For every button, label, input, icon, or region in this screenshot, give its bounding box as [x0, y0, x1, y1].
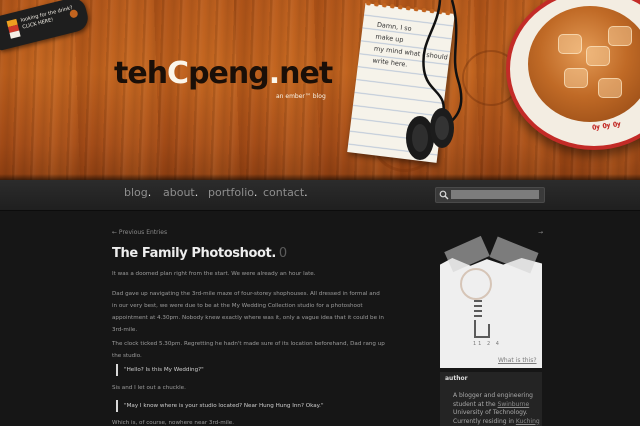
nav-label: contact	[263, 186, 305, 199]
previous-entries-link[interactable]: ← Previous Entries	[112, 229, 167, 236]
paragraph-line: in our very best, we were due to be at t…	[112, 303, 363, 309]
logo-part: teh	[114, 56, 168, 91]
drink-cup-icon	[6, 18, 21, 39]
logo-part: net	[279, 56, 333, 91]
nav-dot: .	[304, 186, 308, 199]
nav-dot: .	[194, 186, 199, 199]
post-paragraph: The clock ticked 5.30pm. Regretting he h…	[112, 338, 390, 362]
nav-label: about	[163, 186, 195, 199]
post-title-text: The Family Photoshoot.	[112, 246, 276, 261]
mini-dates: 11 2 4	[473, 341, 501, 347]
next-entries-link[interactable]: →	[538, 229, 543, 236]
paper-stain	[460, 268, 492, 300]
author-line-text: student at the	[453, 400, 496, 408]
author-line: University of Technology.	[453, 409, 528, 416]
paragraph-line: the studio.	[112, 353, 142, 359]
nav-contact[interactable]: contact.	[263, 186, 308, 199]
comment-count[interactable]: 0	[279, 246, 287, 261]
nav-portfolio[interactable]: portfolio.	[208, 186, 257, 199]
paragraph-line: 3rd-mile.	[112, 327, 138, 333]
paragraph-line: Which is, of course, nowhere near 3rd-mi…	[112, 420, 235, 426]
search-box	[435, 187, 545, 203]
post-title[interactable]: The Family Photoshoot. 0	[112, 246, 287, 261]
ember-logo-icon	[474, 300, 496, 340]
post-quote: "Hello? Is this My Wedding?"	[116, 364, 394, 376]
nav-blog[interactable]: blog.	[124, 186, 151, 199]
author-line: student at the Swinburne	[453, 401, 539, 410]
paragraph-line: appointment at 4.30pm. Nobody knew exact…	[112, 315, 384, 321]
post-paragraph: Sis and I let out a chuckle.	[112, 382, 390, 394]
paragraph-line: Dad gave up navigating the 3rd-mile maze…	[112, 291, 380, 297]
search-icon[interactable]	[439, 190, 449, 200]
what-is-this-link[interactable]: What is this?	[498, 357, 537, 364]
logo-part: peng	[188, 56, 270, 91]
logo-part: .	[268, 56, 280, 91]
drink-tag-link[interactable]: looking for the drink? CLICK HERE!	[0, 0, 91, 51]
header-desk: looking for the drink? CLICK HERE! Damn,…	[0, 0, 640, 180]
page: looking for the drink? CLICK HERE! Damn,…	[0, 0, 640, 426]
tag-hole	[68, 8, 79, 19]
drink-tag-text: looking for the drink? CLICK HERE!	[20, 5, 75, 31]
nav-label: portfolio	[208, 186, 254, 199]
author-line-text: Currently residing in	[453, 417, 514, 425]
nav-dot: .	[253, 186, 258, 199]
headphones-icon	[406, 0, 463, 160]
post-quote: "May I know where is your studio located…	[116, 400, 394, 412]
author-text: A blogger and engineering student at the…	[453, 392, 540, 426]
author-line: A blogger and engineering	[453, 392, 533, 399]
site-tagline: an ember™ blog	[276, 93, 326, 100]
post-paragraph: It was a doomed plan right from the star…	[112, 268, 390, 280]
nav-dot: .	[147, 186, 152, 199]
mug-drink	[528, 6, 640, 122]
author-heading: author	[445, 375, 468, 382]
author-line: Currently residing in Kuching	[453, 417, 540, 426]
search-input[interactable]	[451, 190, 539, 199]
post-paragraph: Dad gave up navigating the 3rd-mile maze…	[112, 288, 390, 336]
swinburne-link[interactable]: Swinburne	[498, 401, 530, 408]
paragraph-line: The clock ticked 5.30pm. Regretting he h…	[112, 341, 385, 347]
logo-part: C	[167, 56, 189, 91]
post-paragraph: Which is, of course, nowhere near 3rd-mi…	[112, 417, 390, 426]
paragraph-line: Sis and I let out a chuckle.	[112, 385, 186, 391]
kuching-link[interactable]: Kuching	[516, 418, 540, 425]
nav-label: blog	[124, 186, 148, 199]
paragraph-line: It was a doomed plan right from the star…	[112, 271, 316, 277]
nav-about[interactable]: about.	[163, 186, 198, 199]
site-logo[interactable]: tehCpeng.net	[114, 56, 333, 91]
